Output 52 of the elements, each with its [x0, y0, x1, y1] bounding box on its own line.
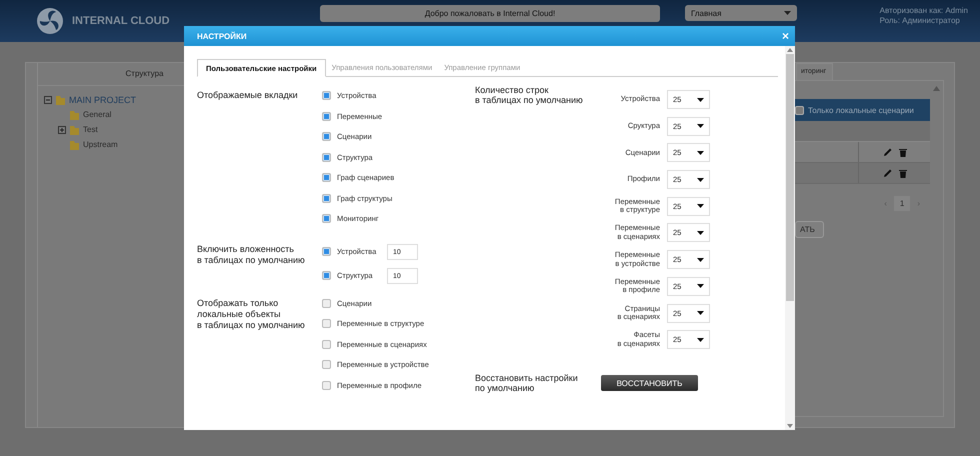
checkbox[interactable] [322, 360, 331, 370]
section-label: Отображать только локальные объекты в таблицах по умолчанию [197, 298, 306, 332]
logo-icon [36, 7, 64, 35]
trash-icon[interactable] [898, 168, 906, 178]
scroll-up-icon[interactable] [787, 48, 793, 52]
checkbox[interactable] [322, 112, 331, 121]
expander-icon[interactable] [44, 96, 52, 104]
section-label: Включить вложенность в таблицах по умолчанию [197, 244, 306, 267]
restore-button[interactable]: ВОССТАНОВИТЬ [601, 375, 698, 392]
caret-icon [697, 150, 704, 155]
page-select[interactable]: Главная [685, 5, 797, 21]
caret-icon [697, 230, 704, 235]
checkbox[interactable] [795, 106, 804, 114]
checkbox[interactable] [322, 298, 331, 308]
checkbox[interactable] [322, 91, 331, 100]
welcome-banner: Добро пожаловать в Internal Cloud! [320, 4, 660, 22]
section-label: Восстановить настройки по умолчанию [475, 373, 579, 394]
checkbox[interactable] [322, 214, 331, 224]
app-name: INTERNAL CLOUD [72, 15, 170, 27]
caret-icon [784, 11, 791, 15]
caret-icon [697, 284, 704, 288]
expander-icon[interactable] [58, 126, 66, 134]
checkbox[interactable] [322, 380, 331, 390]
user-info: Роль: Администратор [880, 16, 961, 26]
caret-icon [697, 258, 704, 262]
pencil-icon[interactable] [882, 168, 892, 178]
checkbox[interactable] [322, 173, 331, 182]
checkbox[interactable] [322, 152, 331, 162]
page-button[interactable]: 1 [894, 196, 910, 211]
dialog-title: НАСТРОЙКИ [197, 32, 247, 40]
trash-icon[interactable] [898, 148, 906, 156]
checkbox[interactable] [322, 247, 331, 256]
filter-label: Только локальные сценарии [808, 106, 914, 114]
section-label: Количество строк в таблицах по умолчанию [475, 85, 584, 107]
user-info: Авторизован как: Admin [880, 6, 968, 16]
caret-icon [697, 124, 704, 128]
checkbox[interactable] [322, 194, 331, 203]
checkbox[interactable] [322, 319, 331, 328]
caret-icon [697, 338, 704, 342]
action-button[interactable]: АТЬ [795, 221, 824, 238]
section-label: Отображаемые вкладки [197, 90, 299, 102]
caret-icon [697, 98, 704, 102]
caret-icon [697, 311, 704, 315]
scroll-down-icon[interactable] [787, 424, 793, 428]
checkbox[interactable] [322, 271, 331, 280]
scrollbar[interactable] [785, 46, 795, 430]
checkbox[interactable] [322, 340, 331, 349]
checkbox[interactable] [322, 132, 331, 142]
scroll-up-icon[interactable] [933, 86, 940, 91]
pencil-icon[interactable] [882, 148, 892, 156]
caret-icon [697, 204, 704, 208]
caret-icon [697, 178, 704, 182]
